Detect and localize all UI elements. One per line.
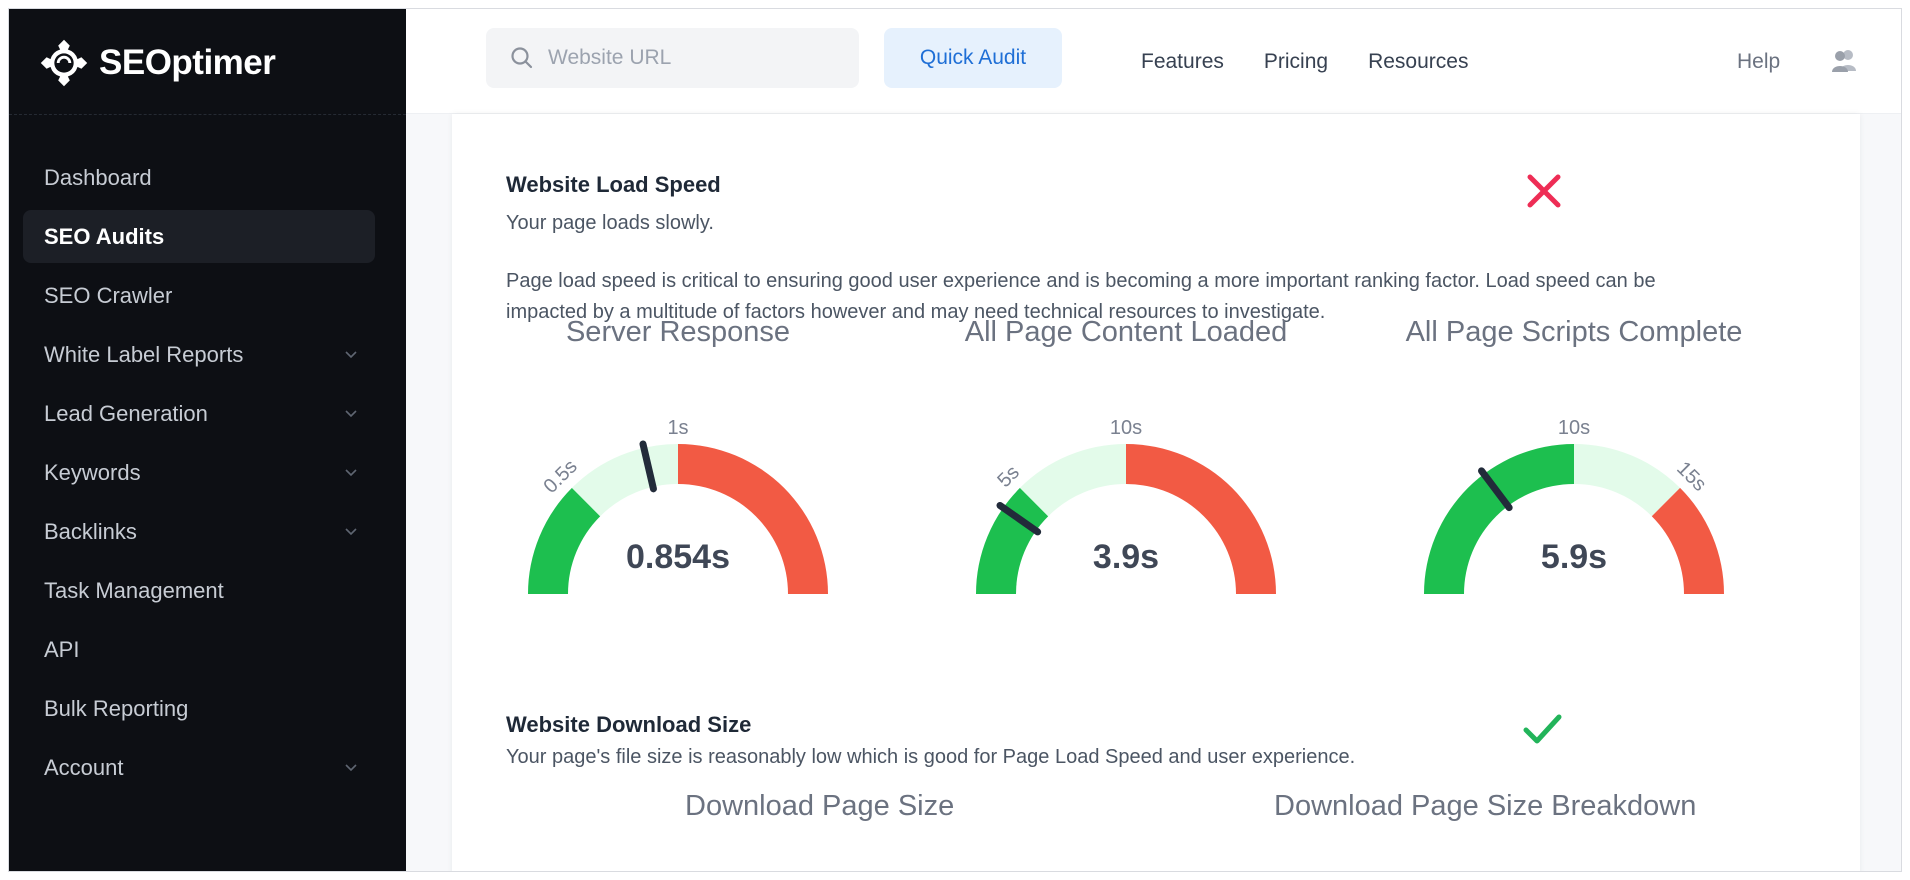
sidebar-item-label: Keywords: [44, 459, 141, 485]
sidebar-item-label: Backlinks: [44, 518, 137, 544]
sidebar-item-label: Account: [44, 754, 124, 780]
download-size-title: Website Download Size: [506, 712, 752, 737]
sidebar-item-keywords[interactable]: Keywords: [23, 446, 375, 499]
chevron-down-icon: [345, 467, 357, 479]
download-page-size-title: Download Page Size: [685, 790, 955, 822]
sidebar-item-backlinks[interactable]: Backlinks: [23, 505, 375, 558]
top-nav: Features Pricing Resources: [1141, 9, 1508, 114]
nav-resources-link[interactable]: Resources: [1368, 50, 1468, 74]
gauge-title: All Page Scripts Complete: [1405, 316, 1743, 348]
sidebar-item-task-management[interactable]: Task Management: [23, 564, 375, 617]
chevron-down-icon: [345, 408, 357, 420]
gauge-page-content-loaded: All Page Content Loaded 5s 10s 3.9s: [926, 316, 1326, 616]
users-icon[interactable]: [1831, 47, 1859, 73]
audit-content: Website Load Speed Your page loads slowl…: [452, 114, 1860, 871]
quick-audit-button[interactable]: Quick Audit: [884, 28, 1062, 88]
sidebar-item-seo-crawler[interactable]: SEO Crawler: [23, 269, 375, 322]
gauge-title: All Page Content Loaded: [964, 316, 1288, 348]
gauge-threshold-label: 5s: [993, 461, 1023, 491]
sidebar-item-label: White Label Reports: [44, 341, 244, 367]
load-speed-subtitle: Your page loads slowly.: [506, 212, 714, 234]
sidebar-item-label: SEO Audits: [44, 223, 165, 249]
sidebar-nav: Dashboard SEO Audits SEO Crawler White Labe…: [23, 151, 375, 800]
sidebar-item-label: Dashboard: [44, 164, 152, 190]
gauge-title: Server Response: [565, 316, 791, 348]
seoptimer-logo-icon: [40, 39, 88, 87]
gauge-value: 0.854s: [626, 538, 730, 576]
sidebar-item-label: Bulk Reporting: [44, 695, 189, 721]
nav-pricing-link[interactable]: Pricing: [1264, 50, 1328, 74]
download-page-size-breakdown-title: Download Page Size Breakdown: [1274, 790, 1697, 822]
app-window: SEOptimer Dashboard SEO Audits SEO Crawler…: [8, 8, 1902, 872]
chevron-down-icon: [345, 349, 357, 361]
sidebar-item-label: SEO Crawler: [44, 282, 173, 308]
sidebar-item-label: Lead Generation: [44, 400, 208, 426]
brand-name: SEOptimer: [99, 43, 276, 82]
brand-logo[interactable]: SEOptimer: [35, 33, 276, 93]
sidebar-item-label: API: [44, 636, 80, 662]
sidebar-item-lead-generation[interactable]: Lead Generation: [23, 387, 375, 440]
search-box[interactable]: [486, 28, 859, 88]
sidebar: SEOptimer Dashboard SEO Audits SEO Crawler…: [9, 9, 406, 871]
nav-features-link[interactable]: Features: [1141, 50, 1224, 74]
gauge-value: 3.9s: [1092, 538, 1160, 576]
gauge-page-scripts-complete: All Page Scripts Complete 10s 15s 5.9s: [1374, 316, 1774, 616]
sidebar-item-account[interactable]: Account: [23, 741, 375, 794]
gauge-threshold-label: 1s: [667, 417, 688, 439]
help-link[interactable]: Help: [1737, 9, 1780, 114]
sidebar-item-white-label-reports[interactable]: White Label Reports: [23, 328, 375, 381]
cross-icon: [1527, 174, 1561, 208]
website-url-input[interactable]: [548, 46, 828, 70]
sidebar-item-seo-audits[interactable]: SEO Audits: [23, 210, 375, 263]
check-icon: [1523, 714, 1562, 744]
chevron-down-icon: [345, 526, 357, 538]
top-header: Quick Audit Features Pricing Resources H…: [406, 9, 1901, 114]
chevron-down-icon: [345, 762, 357, 774]
sidebar-divider: [9, 114, 406, 115]
download-size-subtitle: Your page's file size is reasonably low …: [506, 746, 1356, 768]
search-icon: [511, 47, 533, 69]
gauge-value: 5.9s: [1540, 538, 1608, 576]
load-speed-title: Website Load Speed: [506, 172, 721, 197]
sidebar-item-label: Task Management: [44, 577, 224, 603]
sidebar-item-dashboard[interactable]: Dashboard: [23, 151, 375, 204]
gauge-threshold-label: 10s: [1558, 417, 1590, 439]
gauge-threshold-label: 10s: [1110, 417, 1142, 439]
sidebar-item-bulk-reporting[interactable]: Bulk Reporting: [23, 682, 375, 735]
sidebar-item-api[interactable]: API: [23, 623, 375, 676]
gauge-server-response: Server Response 0.5s 1s 0.854s: [478, 316, 878, 616]
